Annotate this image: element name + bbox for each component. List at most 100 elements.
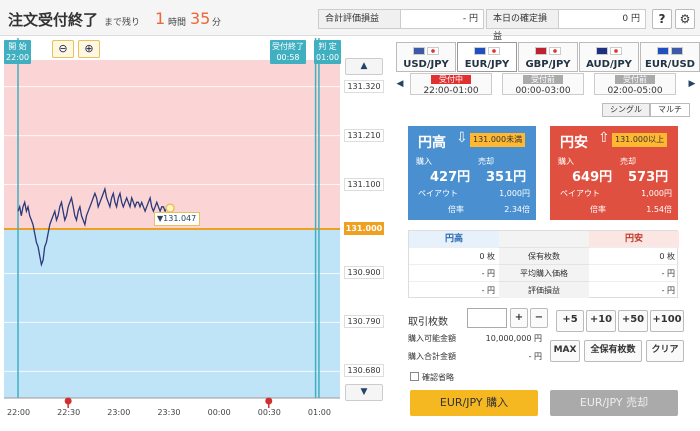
yen-low-title: 円安 [560,135,588,151]
y-tick-label: 131.320 [344,79,384,93]
session-tab-2[interactable]: 受付前 00:00-03:00 [502,73,584,96]
session-tab-3[interactable]: 受付前 02:00-05:00 [594,73,676,96]
session-time: 02:00-05:00 [607,86,663,96]
x-tick-label: 00:00 [207,408,231,417]
chart-scroll-down-button[interactable]: ▼ [345,384,383,401]
currency-tab-label: EUR/JPY [464,59,510,70]
y-tick-label: 130.790 [344,315,384,329]
positions-low-header: 円安 [589,231,679,247]
flag-icons [580,46,638,59]
x-tick-label: 22:00 [7,408,31,417]
start-time-text: 22:00 [6,53,30,62]
currency-tab-label: AUD/JPY [586,59,632,70]
event-marker-icon [265,397,273,405]
total-purchase-value: - 円 [528,352,542,361]
remaining-minutes: 35 [190,9,211,28]
y-tick-label: 130.680 [344,364,384,378]
currency-tab-label: EUR/USD [645,59,695,70]
positions-low-qty: 0 枚 [589,247,679,264]
triangle-down-icon: ▼ [360,387,368,397]
total-eval-pl-value: - 円 [462,14,478,24]
x-tick-label: 23:30 [157,408,181,417]
settings-button[interactable]: ⚙ [675,9,695,29]
upper-zone [4,60,340,229]
chart-scroll-up-button[interactable]: ▲ [345,58,383,75]
session-tab-1[interactable]: 受付中 22:00-01:00 [410,73,492,96]
help-button[interactable]: ? [652,9,672,29]
yen-low-buy-price: 649円 [572,170,613,185]
flag-icon [671,46,683,55]
x-tick-label: 23:00 [107,408,131,417]
flag-icon [474,46,486,55]
yen-low-card[interactable]: 円安 ⇧ 131.000以上 購入 売却 649円 573円 ペイアウト 1,0… [550,126,678,220]
accept-end-time-text: 00:58 [276,53,300,62]
flag-icon [535,46,547,55]
all-positions-button[interactable]: 全保有枚数 [584,340,642,362]
session-prev-button[interactable]: ◀ [394,73,406,95]
order-status-title: 注文受付終了 [8,11,99,29]
confirm-skip-label: 確認省略 [422,373,454,382]
yen-low-payout-value: 1,000円 [641,189,672,198]
gear-icon: ⚙ [679,12,691,26]
clear-button[interactable]: クリア [646,340,684,362]
yen-low-payout-label: ペイアウト [560,189,600,198]
y-tick-label: 131.100 [344,177,384,191]
total-eval-pl-label: 合計評価損益 [319,10,401,28]
quantity-minus-button[interactable]: − [530,308,548,328]
flag-icons [458,46,516,59]
yen-low-rate-value: 1.54倍 [646,205,672,214]
currency-tab-aud-jpy[interactable]: AUD/JPY [579,42,639,72]
flag-icons [397,46,455,59]
x-tick-label: 00:30 [257,408,281,417]
positions-label-header [499,231,589,247]
mode-single-tab[interactable]: シングル [602,103,650,117]
add-50-button[interactable]: +50 [618,310,648,332]
remaining-hours: 1 [155,9,166,28]
x-tick-label: 22:30 [57,408,81,417]
accept-end-time-label: 受付終了 00:58 [270,40,306,64]
current-price-point [165,203,175,213]
start-time-label: 開 始 22:00 [4,40,32,64]
today-confirmed-pl-value: 0 円 [622,14,640,24]
quantity-label: 取引枚数 [408,317,448,328]
help-icon: ? [658,12,666,26]
yen-high-rate-label: 倍率 [448,205,464,214]
yen-high-condition: 131.000未満 [470,133,526,147]
add-10-button[interactable]: +10 [586,310,616,332]
hours-unit: 時間 [168,18,187,28]
currency-tab-usd-jpy[interactable]: USD/JPY [396,42,456,72]
quantity-plus-button[interactable]: + [510,308,528,328]
session-next-button[interactable]: ▶ [686,73,698,95]
accept-end-label-text: 受付終了 [272,42,304,51]
zoom-out-icon: ⊖ [58,42,68,55]
add-100-button[interactable]: +100 [650,310,684,332]
flag-icon [596,46,608,55]
currency-tab-eur-usd[interactable]: EUR/USD [640,42,700,72]
flag-icons [641,46,699,59]
quantity-input[interactable] [467,308,507,328]
max-button[interactable]: MAX [550,340,580,362]
flag-icon [427,46,439,55]
flag-icons [519,46,577,59]
flag-icon [610,46,622,55]
positions-avg-price-label: 平均購入価格 [499,264,589,281]
yen-high-card[interactable]: 円高 ⇩ 131.000未満 購入 売却 427円 351円 ペイアウト 1,0… [408,126,536,220]
add-5-button[interactable]: +5 [556,310,584,332]
currency-tab-eur-jpy[interactable]: EUR/JPY [457,42,517,72]
session-state: 受付前 [615,75,655,84]
chart-canvas [4,38,340,408]
yen-high-payout-value: 1,000円 [499,189,530,198]
zoom-in-button[interactable]: ⊕ [78,40,100,58]
positions-high-qty: 0 枚 [409,247,499,264]
currency-tab-label: USD/JPY [403,59,449,70]
total-purchase-label: 購入合計金額 [408,352,456,361]
confirm-skip-checkbox[interactable] [410,372,419,381]
buy-button[interactable]: EUR/JPY 購入 [410,390,538,416]
sell-button[interactable]: EUR/JPY 売却 [550,390,678,416]
positions-table: 円高 円安 0 枚 保有枚数 0 枚 - 円 平均購入価格 - 円 - 円 評価… [408,230,679,298]
mode-multi-tab[interactable]: マルチ [650,103,690,117]
zoom-out-button[interactable]: ⊖ [52,40,74,58]
judge-time-label: 判 定 01:00 [314,40,342,64]
currency-tab-gbp-jpy[interactable]: GBP/JPY [518,42,578,72]
y-tick-label: 131.210 [344,128,384,142]
